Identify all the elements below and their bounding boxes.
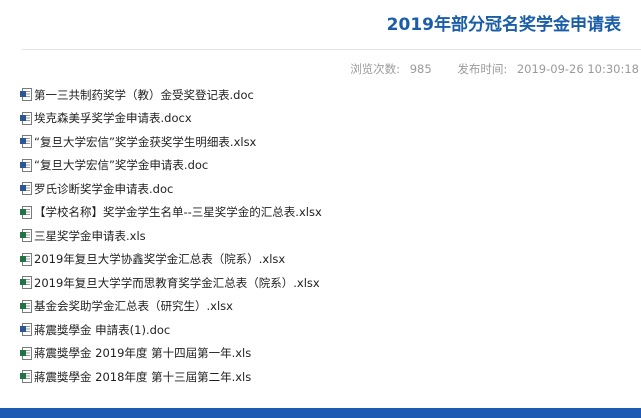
attachment-filename[interactable]: 【学校名称】奖学金学生名单--三星奖学金的汇总表.xlsx [34,204,322,220]
excel-sheet-icon [20,370,32,384]
attachment-link[interactable]: 第一三共制药奖学（教）金受奖登记表.doc [20,83,322,107]
excel-sheet-icon [20,229,32,243]
word-doc-icon [20,88,32,102]
published-label: 发布时间: [457,62,508,76]
attachment-filename[interactable]: 2019年复旦大学协鑫奖学金汇总表（院系）.xlsx [34,251,285,267]
word-doc-icon [20,158,32,172]
excel-sheet-icon [20,205,32,219]
views-count: 985 [409,62,432,76]
attachment-filename[interactable]: “复旦大学宏信”奖学金获奖学生明细表.xlsx [34,134,256,150]
article-meta: 浏览次数: 985 发布时间: 2019-09-26 10:30:18 [344,61,639,77]
attachment-filename[interactable]: 基金会奖助学金汇总表（研究生）.xlsx [34,298,233,314]
word-doc-icon [20,323,32,337]
attachment-link[interactable]: 2019年复旦大学学而思教育奖学金汇总表（院系）.xlsx [20,271,322,295]
attachment-filename[interactable]: 罗氏诊断奖学金申请表.doc [34,181,173,197]
attachment-link[interactable]: 蔣震獎學金 2019年度 第十四屆第一年.xls [20,342,322,366]
attachment-filename[interactable]: 三星奖学金申请表.xls [34,228,146,244]
excel-sheet-icon [20,346,32,360]
attachment-filename[interactable]: 2019年复旦大学学而思教育奖学金汇总表（院系）.xlsx [34,275,320,291]
page-title: 2019年部分冠名奖学金申请表 [386,15,621,35]
views-label: 浏览次数: [350,62,401,76]
word-doc-icon [20,182,32,196]
attachment-link[interactable]: 【学校名称】奖学金学生名单--三星奖学金的汇总表.xlsx [20,201,322,225]
attachment-list: 第一三共制药奖学（教）金受奖登记表.doc 埃克森美孚奖学金申请表.docx “复旦… [20,83,322,389]
excel-sheet-icon [20,299,32,313]
excel-sheet-icon [20,276,32,290]
attachment-link[interactable]: 埃克森美孚奖学金申请表.docx [20,107,322,131]
attachment-filename[interactable]: 蔣震獎學金 2019年度 第十四屆第一年.xls [34,345,251,361]
attachment-link[interactable]: 三星奖学金申请表.xls [20,224,322,248]
attachment-filename[interactable]: 埃克森美孚奖学金申请表.docx [34,110,192,126]
word-doc-icon [20,111,32,125]
attachment-link[interactable]: 罗氏诊断奖学金申请表.doc [20,177,322,201]
attachment-filename[interactable]: 蔣震獎學金 申請表(1).doc [34,322,170,338]
excel-sheet-icon [20,252,32,266]
attachment-link[interactable]: 蔣震獎學金 2018年度 第十三屆第二年.xls [20,365,322,389]
title-divider [22,49,641,50]
attachment-link[interactable]: 基金会奖助学金汇总表（研究生）.xlsx [20,295,322,319]
attachment-filename[interactable]: “复旦大学宏信”奖学金申请表.doc [34,157,208,173]
attachment-link[interactable]: 2019年复旦大学协鑫奖学金汇总表（院系）.xlsx [20,248,322,272]
attachment-link[interactable]: “复旦大学宏信”奖学金获奖学生明细表.xlsx [20,130,322,154]
attachment-filename[interactable]: 蔣震獎學金 2018年度 第十三屆第二年.xls [34,369,251,385]
attachment-link[interactable]: “复旦大学宏信”奖学金申请表.doc [20,154,322,178]
attachment-link[interactable]: 蔣震獎學金 申請表(1).doc [20,318,322,342]
published-time: 2019-09-26 10:30:18 [516,62,639,76]
word-doc-icon [20,135,32,149]
bottom-bar [0,408,641,418]
attachment-filename[interactable]: 第一三共制药奖学（教）金受奖登记表.doc [34,87,254,103]
